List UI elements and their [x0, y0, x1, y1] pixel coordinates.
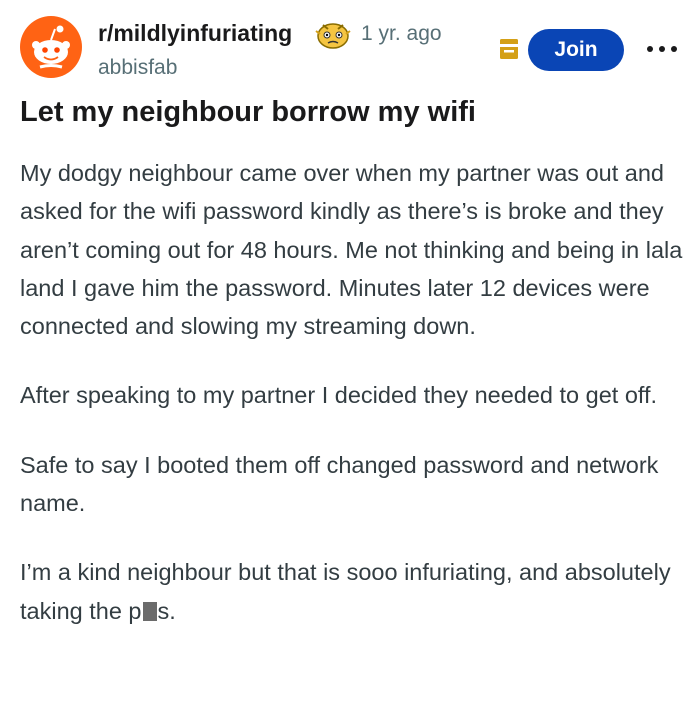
redaction-block: [142, 601, 157, 621]
post-paragraph: My dodgy neighbour came over when my par…: [20, 160, 683, 340]
post-author[interactable]: abbisfab: [98, 56, 177, 80]
post-paragraph: I’m a kind neighbour but that is sooo in…: [20, 553, 690, 630]
more-options-icon[interactable]: [644, 42, 680, 56]
post-paragraph: Safe to say I booted them off changed pa…: [20, 451, 659, 517]
paragraph-text: I’m a kind neighbour but that is sooo in…: [20, 559, 671, 624]
post-header: r/mildlyinfuriating 1 yr. ago abbisfab J…: [0, 0, 700, 90]
mod-flag-icon[interactable]: [499, 38, 519, 60]
post-body: My dodgy neighbour came over when my par…: [20, 154, 690, 661]
post-title[interactable]: Let my neighbour borrow my wifi: [20, 96, 476, 129]
post-time: 1 yr. ago: [361, 22, 442, 45]
post-paragraph: After speaking to my partner I decided t…: [20, 382, 658, 409]
infuriated-face-icon: [315, 23, 351, 49]
subreddit-name[interactable]: r/mildlyinfuriating: [98, 20, 292, 47]
paragraph-text: s.: [157, 597, 176, 624]
reddit-snoo-icon[interactable]: [20, 16, 82, 78]
join-button[interactable]: Join: [528, 29, 624, 71]
